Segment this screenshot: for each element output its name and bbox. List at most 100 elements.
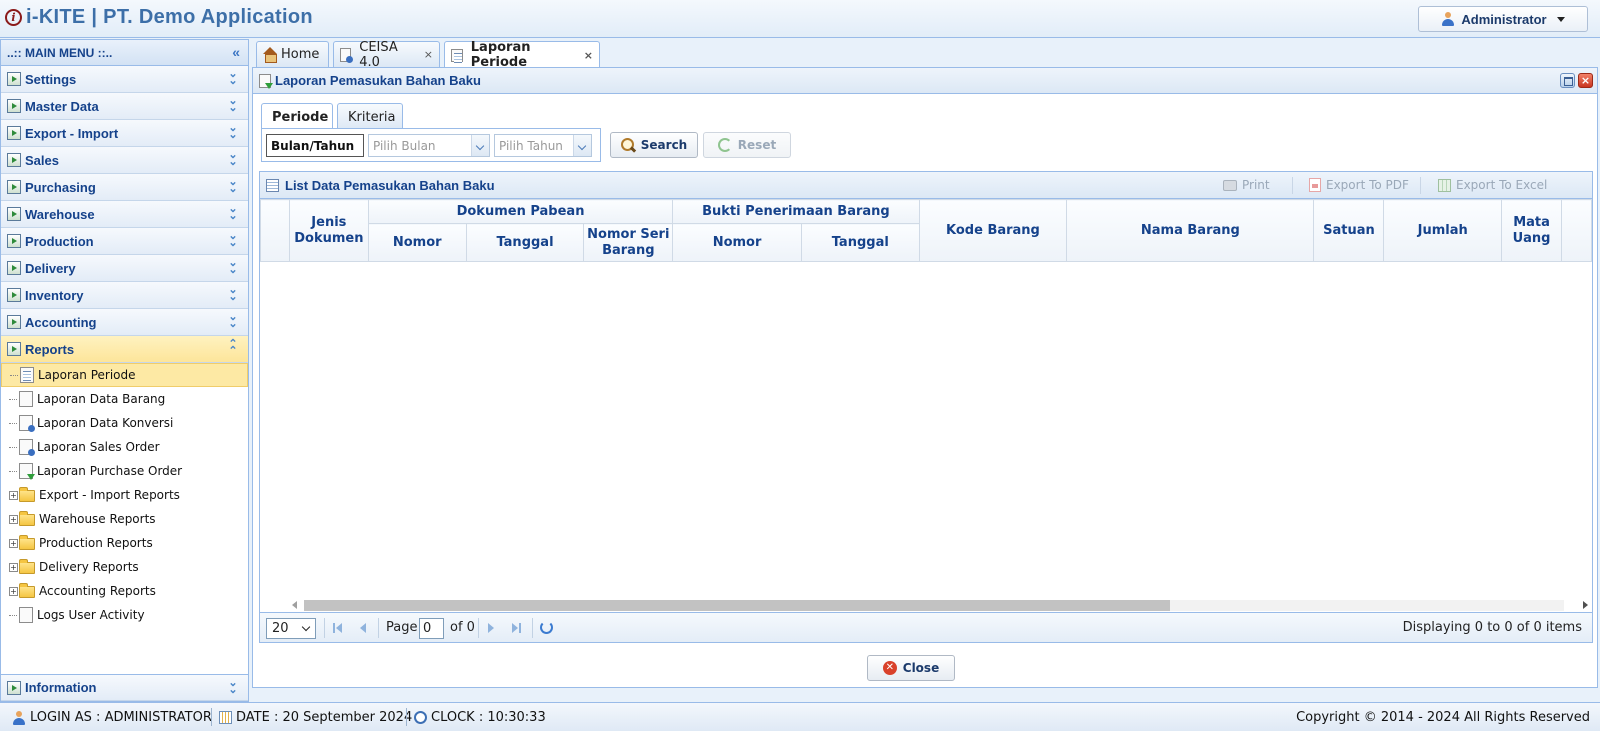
prev-page-icon[interactable] <box>356 622 368 634</box>
collapse-sidebar-icon[interactable]: « <box>232 44 240 60</box>
menu-settings[interactable]: Settings ⌄ ⌄ <box>1 66 248 93</box>
menu-sales[interactable]: Sales ⌄ ⌄ <box>1 147 248 174</box>
chevron-down-icon[interactable] <box>573 135 591 156</box>
tree-item-label: Logs User Activity <box>37 608 145 622</box>
menu-accounting[interactable]: Accounting ⌄ ⌄ <box>1 309 248 336</box>
period-mode-field[interactable]: Bulan/Tahun <box>266 134 364 157</box>
page-label: Page <box>386 620 418 635</box>
toolbar-separator <box>1292 177 1293 194</box>
month-select[interactable]: Pilih Bulan <box>368 134 490 157</box>
tree-item-accounting-reports[interactable]: + Accounting Reports <box>1 579 248 603</box>
tab-close-icon[interactable]: × <box>584 49 593 62</box>
user-menu-button[interactable]: Administrator <box>1418 6 1588 32</box>
scroll-left-icon[interactable] <box>292 601 297 609</box>
export-pdf-button[interactable]: Export To PDF <box>1309 178 1409 192</box>
page-number-input[interactable]: 0 <box>419 618 444 639</box>
tab-home[interactable]: Home <box>256 41 329 67</box>
col-jumlah[interactable]: Jumlah <box>1383 199 1503 262</box>
expand-plus-icon[interactable]: + <box>9 514 18 524</box>
tab-kriteria[interactable]: Kriteria <box>337 103 403 130</box>
expand-plus-icon[interactable]: + <box>9 538 18 548</box>
tab-close-icon[interactable]: × <box>424 48 433 61</box>
menu-label: Accounting <box>25 314 97 330</box>
first-page-icon[interactable] <box>332 622 344 634</box>
menu-purchasing[interactable]: Purchasing ⌄ ⌄ <box>1 174 248 201</box>
menu-delivery[interactable]: Delivery ⌄ ⌄ <box>1 255 248 282</box>
col-kode-barang[interactable]: Kode Barang <box>918 199 1068 262</box>
col-group-dokumen-pabean: Dokumen Pabean <box>367 199 674 224</box>
status-separator <box>211 708 212 726</box>
last-page-icon[interactable] <box>510 622 522 634</box>
folder-icon <box>19 487 35 502</box>
col-bukti-nomor[interactable]: Nomor <box>672 223 802 262</box>
scrollbar-thumb[interactable] <box>304 600 1170 611</box>
close-window-icon[interactable]: × <box>1578 73 1593 88</box>
tree-item-laporan-data-barang[interactable]: Laporan Data Barang <box>1 387 248 411</box>
tree-item-export-import-reports[interactable]: + Export - Import Reports <box>1 483 248 507</box>
chevron-down-icon: ⌄ ⌄ <box>228 68 238 87</box>
menu-label: Purchasing <box>25 179 96 195</box>
main-menu-title: ..:: MAIN MENU ::.. <box>7 46 113 60</box>
year-select[interactable]: Pilih Tahun <box>494 134 592 157</box>
copyright: Copyright © 2014 - 2024 All Rights Reser… <box>1296 710 1590 725</box>
chevron-down-icon[interactable] <box>471 135 489 156</box>
export-pdf-label: Export To PDF <box>1326 178 1409 192</box>
col-satuan[interactable]: Satuan <box>1313 199 1385 262</box>
expand-plus-icon[interactable]: + <box>9 562 18 572</box>
menu-reports[interactable]: Reports ⌃ ⌃ <box>1 336 248 363</box>
tab-periode[interactable]: Periode <box>261 103 333 130</box>
search-button[interactable]: Search <box>610 132 698 158</box>
col-jenis-dokumen[interactable]: Jenis Dokumen <box>288 199 369 262</box>
app-title: i-KITE | PT. Demo Application <box>26 6 313 28</box>
tree-item-laporan-purchase-order[interactable]: Laporan Purchase Order <box>1 459 248 483</box>
tree-item-production-reports[interactable]: + Production Reports <box>1 531 248 555</box>
col-nomor[interactable]: Nomor <box>367 223 467 262</box>
col-mata-uang[interactable]: Mata Uang <box>1501 199 1562 262</box>
refresh-icon[interactable] <box>540 621 553 634</box>
expand-plus-icon[interactable]: + <box>9 586 18 596</box>
close-button[interactable]: ✕ Close <box>867 655 955 681</box>
menu-section-icon <box>7 261 21 275</box>
menu-production[interactable]: Production ⌄ ⌄ <box>1 228 248 255</box>
col-nomor-seri-barang[interactable]: Nomor Seri Barang <box>583 223 674 262</box>
pager-separator <box>378 618 379 638</box>
menu-inventory[interactable]: Inventory ⌄ ⌄ <box>1 282 248 309</box>
scroll-right-icon[interactable] <box>1583 601 1588 609</box>
col-bukti-tanggal[interactable]: Tanggal <box>800 223 920 262</box>
tab-ceisa[interactable]: CEISA 4.0 × <box>333 39 440 70</box>
menu-label: Delivery <box>25 260 76 276</box>
reset-button[interactable]: Reset <box>703 132 791 158</box>
menu-master-data[interactable]: Master Data ⌄ ⌄ <box>1 93 248 120</box>
tree-item-warehouse-reports[interactable]: + Warehouse Reports <box>1 507 248 531</box>
tree-item-laporan-sales-order[interactable]: Laporan Sales Order <box>1 435 248 459</box>
document-convert-icon <box>19 415 35 432</box>
menu-label: Production <box>25 233 94 249</box>
tree-item-laporan-data-konversi[interactable]: Laporan Data Konversi <box>1 411 248 435</box>
tab-label: CEISA 4.0 <box>359 39 398 70</box>
horizontal-scrollbar[interactable] <box>290 597 1590 613</box>
next-page-icon[interactable] <box>486 622 498 634</box>
tab-laporan-periode[interactable]: Laporan Periode × <box>444 40 600 70</box>
col-tanggal[interactable]: Tanggal <box>465 223 585 262</box>
menu-section-icon <box>7 126 21 140</box>
col-nama-barang[interactable]: Nama Barang <box>1066 199 1315 262</box>
menu-warehouse[interactable]: Warehouse ⌄ ⌄ <box>1 201 248 228</box>
tree-item-delivery-reports[interactable]: + Delivery Reports <box>1 555 248 579</box>
menu-section-icon <box>7 99 21 113</box>
expand-plus-icon[interactable]: + <box>9 490 18 500</box>
tree-item-logs-user-activity[interactable]: Logs User Activity <box>1 603 248 627</box>
tree-item-laporan-periode[interactable]: Laporan Periode <box>1 363 248 387</box>
display-summary: Displaying 0 to 0 of 0 items <box>1402 620 1582 635</box>
chevron-up-icon: ⌃ ⌃ <box>228 338 238 357</box>
print-button[interactable]: Print <box>1223 178 1270 192</box>
document-edit-icon <box>340 47 354 63</box>
menu-export-import[interactable]: Export - Import ⌄ ⌄ <box>1 120 248 147</box>
folder-icon <box>19 511 35 526</box>
chevron-down-icon: ⌄ ⌄ <box>228 149 238 168</box>
export-excel-button[interactable]: Export To Excel <box>1438 178 1547 192</box>
menu-information[interactable]: Information ⌄ ⌄ <box>1 674 248 701</box>
menu-label: Reports <box>25 341 75 357</box>
restore-window-icon[interactable] <box>1560 73 1575 88</box>
menu-section-icon <box>7 180 21 194</box>
page-size-select[interactable]: 20 <box>266 618 316 639</box>
